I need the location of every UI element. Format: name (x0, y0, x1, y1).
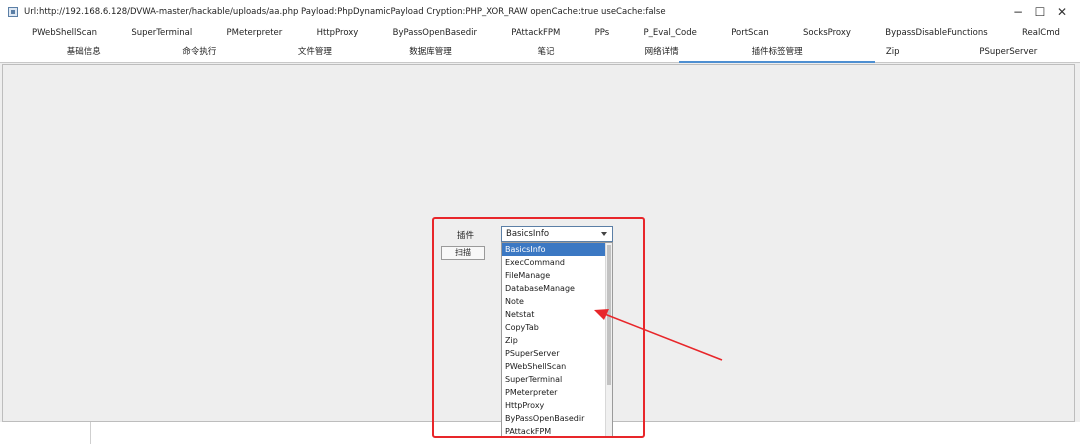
option-httpproxy[interactable]: HttpProxy (502, 399, 605, 412)
tab-basic-info[interactable]: 基础信息 (26, 43, 142, 62)
tab-psuperserver[interactable]: PSuperServer (951, 43, 1067, 62)
tab-socksproxy[interactable]: SocksProxy (797, 24, 857, 43)
option-note[interactable]: Note (502, 295, 605, 308)
tab-portscan[interactable]: PortScan (725, 24, 775, 43)
option-databasemanage[interactable]: DatabaseManage (502, 282, 605, 295)
option-execcommand[interactable]: ExecCommand (502, 256, 605, 269)
tab-p-eval-code[interactable]: P_Eval_Code (638, 24, 703, 43)
tab-httpproxy[interactable]: HttpProxy (311, 24, 365, 43)
chevron-down-icon[interactable] (601, 232, 607, 236)
tab-command-exec[interactable]: 命令执行 (142, 43, 258, 62)
tab-database-manager[interactable]: 数据库管理 (373, 43, 489, 62)
window-title: Url:http://192.168.6.128/DVWA-master/hac… (24, 7, 666, 17)
tab-pwebshellscan[interactable]: PWebShellScan (26, 24, 103, 43)
scrollbar-thumb[interactable] (607, 245, 611, 385)
option-basicsinfo[interactable]: BasicsInfo (502, 243, 605, 256)
tab-file-manager[interactable]: 文件管理 (257, 43, 373, 62)
option-filemanage[interactable]: FileManage (502, 269, 605, 282)
plugin-label: 插件 (457, 231, 475, 241)
plugin-tab-row: PWebShellScan SuperTerminal PMeterpreter… (0, 24, 1080, 43)
option-zip[interactable]: Zip (502, 334, 605, 347)
option-pattackfpm[interactable]: PAttackFPM (502, 425, 605, 437)
option-superterminal[interactable]: SuperTerminal (502, 373, 605, 386)
tab-pps[interactable]: PPs (589, 24, 616, 43)
app-icon (8, 7, 18, 17)
option-copytab[interactable]: CopyTab (502, 321, 605, 334)
scan-button[interactable]: 扫描 (441, 246, 485, 260)
plugin-select[interactable]: BasicsInfo (501, 226, 613, 242)
option-netstat[interactable]: Netstat (502, 308, 605, 321)
app-window: Url:http://192.168.6.128/DVWA-master/hac… (0, 0, 1080, 444)
tab-superterminal[interactable]: SuperTerminal (125, 24, 198, 43)
title-bar: Url:http://192.168.6.128/DVWA-master/hac… (0, 0, 1080, 24)
tab-zip[interactable]: Zip (835, 43, 951, 62)
plugin-select-value: BasicsInfo (506, 229, 550, 239)
option-psuperserver[interactable]: PSuperServer (502, 347, 605, 360)
tab-plugin-manager[interactable]: 插件标签管理 (679, 43, 875, 63)
option-pmeterpreter[interactable]: PMeterpreter (502, 386, 605, 399)
main-tab-row: 基础信息 命令执行 文件管理 数据库管理 笔记 网络详情 插件标签管理 Zip … (0, 43, 1080, 63)
tab-bypassdisablefunctions[interactable]: BypassDisableFunctions (879, 24, 993, 43)
plugin-dropdown-list: BasicsInfo ExecCommand FileManage Databa… (501, 242, 613, 438)
dropdown-scrollbar[interactable] (605, 243, 612, 437)
tab-pmeterpreter[interactable]: PMeterpreter (221, 24, 289, 43)
option-bypassopenbasedir[interactable]: ByPassOpenBasedir (502, 412, 605, 425)
close-button[interactable]: ✕ (1044, 0, 1080, 24)
tab-realcmd[interactable]: RealCmd (1016, 24, 1066, 43)
tab-network-details[interactable]: 网络详情 (604, 43, 720, 62)
tab-notes[interactable]: 笔记 (488, 43, 604, 62)
divider (90, 422, 91, 444)
tab-pattackfpm[interactable]: PAttackFPM (505, 24, 566, 43)
option-pwebshellscan[interactable]: PWebShellScan (502, 360, 605, 373)
tab-bypassopenbasedir[interactable]: ByPassOpenBasedir (387, 24, 483, 43)
